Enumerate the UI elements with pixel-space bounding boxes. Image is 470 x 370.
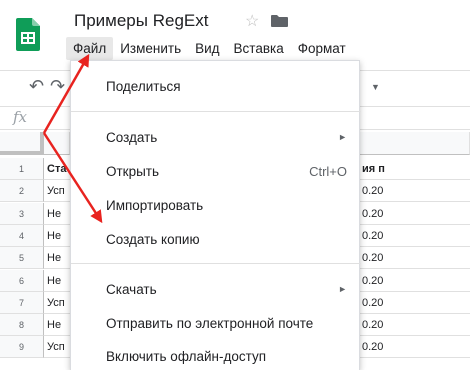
- table-cell[interactable]: Не: [44, 203, 70, 225]
- menu-item-label: Создать копию: [106, 231, 200, 247]
- row-number[interactable]: 5: [0, 247, 44, 269]
- menu-item-label: Отправить по электронной почте: [106, 315, 314, 331]
- table-cell[interactable]: 0.20: [360, 314, 470, 336]
- row-number[interactable]: 8: [0, 314, 44, 336]
- menu-view[interactable]: Вид: [188, 37, 226, 60]
- row-number[interactable]: 4: [0, 225, 44, 247]
- table-cell[interactable]: ия п: [360, 158, 470, 180]
- table-cell[interactable]: 0.20: [360, 180, 470, 202]
- column-header-c[interactable]: [360, 132, 470, 155]
- table-cell[interactable]: Усп: [44, 292, 70, 314]
- table-cell[interactable]: 0.20: [360, 292, 470, 314]
- redo-icon[interactable]: ↷: [50, 76, 65, 97]
- select-all-corner[interactable]: [0, 132, 44, 155]
- menu-item-label: Создать: [106, 129, 158, 145]
- folder-icon[interactable]: [271, 15, 288, 27]
- submenu-arrow-icon: ►: [338, 132, 347, 142]
- menu-item-open[interactable]: Открыть Ctrl+O: [71, 156, 361, 186]
- menu-item-email[interactable]: Отправить по электронной почте: [71, 308, 361, 338]
- menu-item-label: Включить офлайн-доступ: [106, 348, 267, 364]
- table-cell[interactable]: 0.20: [360, 247, 470, 269]
- table-cell[interactable]: Ста: [44, 158, 70, 180]
- table-cell[interactable]: Не: [44, 270, 70, 292]
- menu-format[interactable]: Формат: [291, 37, 353, 60]
- star-outline-icon[interactable]: ☆: [245, 11, 259, 31]
- menu-item-share[interactable]: Поделиться: [71, 71, 361, 101]
- menu-item-import[interactable]: Импортировать: [71, 190, 361, 220]
- table-cell[interactable]: Усп: [44, 180, 70, 202]
- row-number[interactable]: 3: [0, 203, 44, 225]
- table-cell[interactable]: Не: [44, 314, 70, 336]
- google-sheets-logo-icon[interactable]: [16, 18, 40, 51]
- menu-insert[interactable]: Вставка: [227, 37, 291, 60]
- menu-item-create[interactable]: Создать ►: [71, 122, 361, 152]
- row-number[interactable]: 2: [0, 180, 44, 202]
- submenu-arrow-icon: ►: [338, 284, 347, 294]
- table-cell[interactable]: Не: [44, 247, 70, 269]
- menu-file[interactable]: Файл: [66, 36, 114, 60]
- menu-item-offline[interactable]: Включить офлайн-доступ: [71, 341, 361, 370]
- table-cell[interactable]: 0.20: [360, 203, 470, 225]
- column-header-a[interactable]: [44, 132, 70, 155]
- menu-item-label: Поделиться: [106, 78, 181, 94]
- table-cell[interactable]: 0.20: [360, 336, 470, 358]
- table-cell[interactable]: 0.20: [360, 225, 470, 247]
- menu-item-download[interactable]: Скачать ►: [71, 274, 361, 304]
- menu-divider: [71, 263, 361, 264]
- file-menu-dropdown: Поделиться Создать ► Открыть Ctrl+O Импо…: [70, 60, 361, 370]
- chevron-down-icon[interactable]: ▼: [371, 82, 380, 92]
- row-number[interactable]: 9: [0, 336, 44, 358]
- menu-item-make-copy[interactable]: Создать копию: [71, 224, 361, 254]
- menu-bar: Файл Изменить Вид Вставка Формат: [66, 36, 353, 60]
- menu-item-label: Открыть: [106, 163, 160, 179]
- menu-item-label: Импортировать: [106, 197, 204, 213]
- document-title[interactable]: Примеры RegExt: [74, 11, 208, 31]
- menu-item-label: Скачать: [106, 281, 157, 297]
- row-number[interactable]: 7: [0, 292, 44, 314]
- table-cell[interactable]: Не: [44, 225, 70, 247]
- row-number[interactable]: 6: [0, 270, 44, 292]
- row-number[interactable]: 1: [0, 158, 44, 180]
- undo-icon[interactable]: ↶: [29, 76, 44, 97]
- menu-edit[interactable]: Изменить: [113, 37, 188, 60]
- table-cell[interactable]: 0.20: [360, 270, 470, 292]
- table-cell[interactable]: Усп: [44, 336, 70, 358]
- shortcut-label: Ctrl+O: [309, 163, 347, 179]
- fx-icon: fx: [13, 108, 28, 126]
- menu-divider: [71, 111, 361, 112]
